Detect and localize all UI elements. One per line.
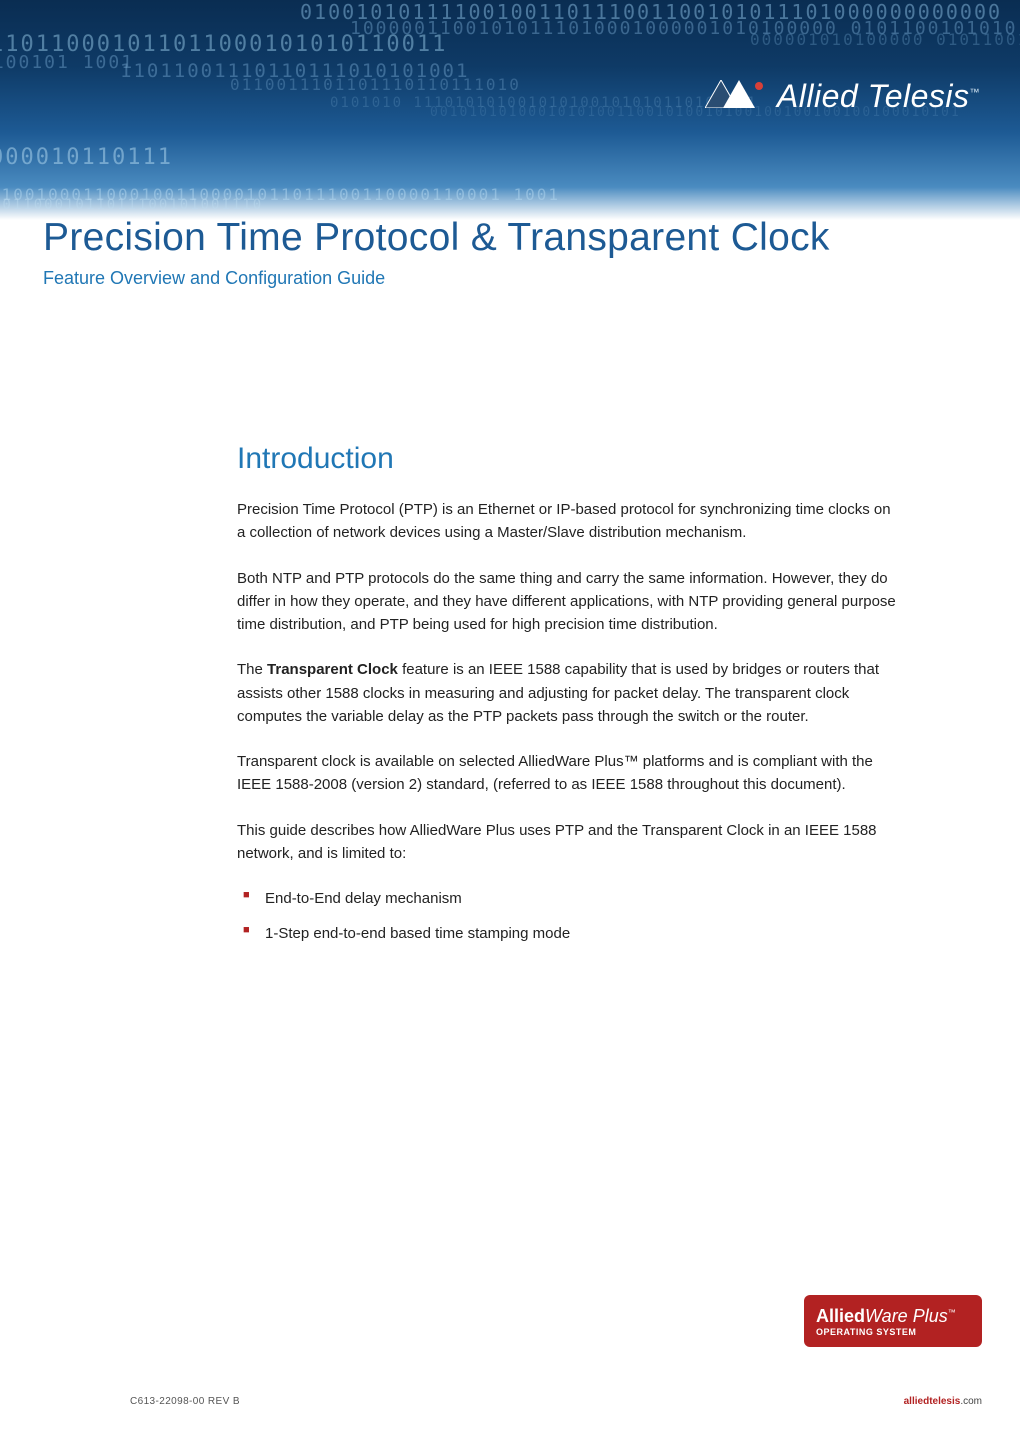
paragraph: Both NTP and PTP protocols do the same t…: [237, 567, 900, 637]
bullet-list: End-to-End delay mechanism 1-Step end-to…: [237, 887, 900, 946]
badge-line-1: AlliedWare Plus™: [816, 1306, 970, 1327]
paragraph: This guide describes how AlliedWare Plus…: [237, 819, 900, 866]
list-item: End-to-End delay mechanism: [237, 887, 900, 910]
footer: C613-22098-00 REV B alliedtelesis.com: [130, 1396, 982, 1407]
footer-link[interactable]: alliedtelesis.com: [904, 1396, 982, 1407]
brand-name: Allied Telesis™: [777, 78, 980, 115]
binary-decor: 0100101 1001: [0, 52, 134, 73]
badge-line-2: OPERATING SYSTEM: [816, 1327, 970, 1337]
bold-term: Transparent Clock: [267, 661, 398, 678]
badge-tm: ™: [948, 1308, 956, 1317]
binary-decor: 00110001011011100101001110: [0, 197, 263, 213]
footer-link-accent: alliedtelesis: [904, 1396, 961, 1407]
binary-decor: 000001010100000 0101100101010: [750, 30, 1020, 49]
document-reference: C613-22098-00 REV B: [130, 1396, 240, 1407]
page-subtitle: Feature Overview and Configuration Guide: [43, 268, 980, 289]
brand-tm: ™: [970, 87, 981, 98]
title-block: Precision Time Protocol & Transparent Cl…: [43, 216, 980, 289]
logo-triangles-icon: [705, 80, 765, 113]
binary-decor: 11011001110110111010101001: [120, 60, 469, 82]
brand-logo: Allied Telesis™: [705, 78, 980, 115]
alliedware-plus-badge: AlliedWare Plus™ OPERATING SYSTEM: [804, 1295, 982, 1347]
section-heading: Introduction: [237, 442, 900, 476]
footer-link-suffix: .com: [960, 1396, 982, 1407]
paragraph: The Transparent Clock feature is an IEEE…: [237, 658, 900, 728]
paragraph: Precision Time Protocol (PTP) is an Ethe…: [237, 498, 900, 545]
main-content: Introduction Precision Time Protocol (PT…: [237, 442, 900, 958]
header-background: 110110001011011000101010110011 0100101 1…: [0, 0, 1020, 220]
list-item: 1-Step end-to-end based time stamping mo…: [237, 922, 900, 945]
paragraph-text: The: [237, 661, 267, 678]
binary-decor: 000010110111: [0, 145, 173, 170]
paragraph: Transparent clock is available on select…: [237, 750, 900, 797]
brand-name-text: Allied Telesis: [777, 78, 970, 114]
badge-light: Ware Plus: [865, 1306, 948, 1326]
page-title: Precision Time Protocol & Transparent Cl…: [43, 216, 980, 260]
badge-bold: Allied: [816, 1306, 865, 1326]
